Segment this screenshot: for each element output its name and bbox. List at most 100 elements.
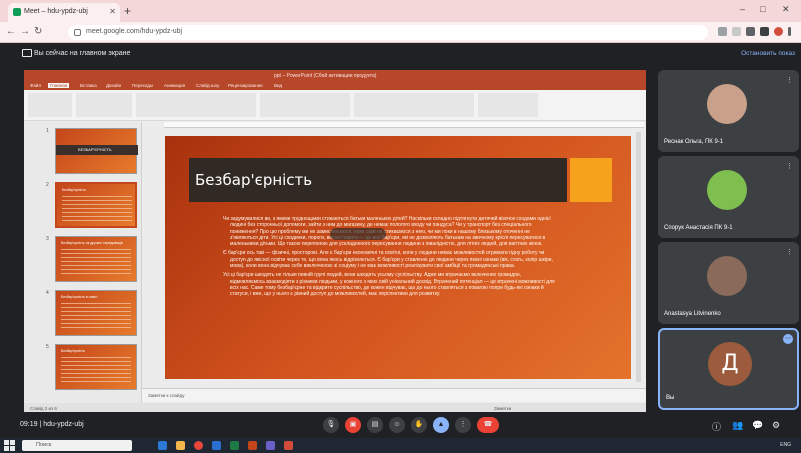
powerpoint-ribbon — [24, 90, 646, 121]
participant-tile[interactable]: Anastasya Litvinenko ⋮ — [658, 242, 799, 324]
thumbnail-title: Безбар'єрність в освіті — [61, 295, 98, 299]
thumbnail-text-lines — [61, 303, 131, 331]
more-options-icon[interactable]: ⋮ — [786, 248, 793, 256]
url-text: meet.google.com/hdu-ypdz-ubj — [86, 28, 183, 35]
thumbnail-title: Безбар'єрність як дружнє середовище — [61, 241, 124, 245]
slide-thumbnail[interactable]: Безбар'єрність — [55, 344, 137, 390]
participant-name: Anastasya Litvinenko — [664, 311, 721, 317]
emoji-icon[interactable]: ☺ — [389, 417, 405, 433]
browser-menu-icon[interactable] — [788, 27, 791, 36]
font-group[interactable] — [136, 93, 256, 117]
raise-hand-icon[interactable]: ✋ — [411, 417, 427, 433]
profile-avatar[interactable] — [774, 27, 783, 36]
ribbon-tab[interactable]: Вставка — [80, 83, 97, 88]
powerpoint-icon[interactable] — [248, 441, 257, 450]
ribbon-tab[interactable]: Вид — [274, 83, 282, 88]
slide-thumbnail[interactable]: Безбар'єрність в освіті — [55, 290, 137, 336]
chat-icon[interactable]: 💬 — [752, 420, 763, 431]
ribbon-tab-active[interactable]: Главная — [48, 83, 70, 88]
more-options-icon[interactable]: ⋮ — [455, 417, 471, 433]
editing-group[interactable] — [478, 93, 538, 117]
leave-call-icon[interactable]: ☎ — [477, 417, 499, 433]
self-tile[interactable]: Д Вы ⋯ — [658, 328, 799, 410]
url-input[interactable]: meet.google.com/hdu-ypdz-ubj — [68, 25, 708, 40]
captions-icon[interactable]: ▤ — [367, 417, 383, 433]
stop-presenting-button[interactable]: Остановить показ — [741, 50, 795, 57]
slide-bullet: Є бар'єри ось такі — фізичні, просторові… — [223, 250, 553, 270]
lock-icon — [74, 29, 81, 36]
ribbon-tab[interactable]: Файл — [30, 83, 41, 88]
browser-tab[interactable]: Meet – hdu-ypdz-ubj ✕ — [8, 3, 120, 22]
activities-icon[interactable]: ⚙ — [772, 420, 780, 431]
tab-close-icon[interactable]: ✕ — [109, 7, 116, 16]
ribbon-tab[interactable]: Дизайн — [106, 83, 121, 88]
slide-thumbnail[interactable]: Безбар'єрність як дружнє середовище — [55, 236, 137, 282]
notes-toggle[interactable]: Заметки — [494, 406, 511, 411]
app-icon[interactable] — [284, 441, 293, 450]
browser-tab-bar: Meet – hdu-ypdz-ubj ✕ + – □ ✕ — [0, 0, 801, 22]
word-icon[interactable] — [212, 441, 221, 450]
participant-tile[interactable]: Спорук Анастасія ПК 9-1 ⋮ — [658, 156, 799, 238]
ribbon-tab[interactable]: Переходы — [132, 83, 153, 88]
more-options-icon[interactable]: ⋮ — [786, 162, 793, 170]
more-options-icon[interactable]: ⋯ — [783, 334, 793, 344]
slide-bullet: Чи задумувалися ви, з якими труднощами с… — [223, 216, 551, 248]
slide-thumbnail-selected[interactable]: Безбар'єрність — [55, 182, 137, 228]
reload-icon[interactable]: ↻ — [34, 26, 42, 37]
participant-tile[interactable]: Реснак Ольга, ПК 9-1 ⋮ — [658, 70, 799, 152]
thumbnail-text-lines — [62, 196, 132, 224]
meet-favicon-icon — [13, 8, 21, 16]
excel-icon[interactable] — [230, 441, 239, 450]
participant-name: Реснак Ольга, ПК 9-1 — [664, 139, 724, 145]
slide-counter: Слайд 2 из 6 — [30, 406, 57, 411]
forward-arrow-icon[interactable]: → — [20, 26, 30, 37]
participant-avatar — [707, 256, 747, 296]
clipboard-group[interactable] — [28, 93, 72, 117]
participant-name: Вы — [666, 395, 675, 401]
slide-title: Безбар'єрність — [195, 171, 313, 189]
minimize-button[interactable]: – — [740, 4, 745, 14]
system-tray[interactable]: ENG — [780, 442, 791, 448]
slide-scrollbar[interactable] — [636, 132, 641, 382]
ribbon-tab[interactable]: Рецензирование — [228, 83, 263, 88]
participant-avatar — [707, 170, 747, 210]
thumbnail-text-lines — [61, 249, 131, 277]
more-options-icon[interactable]: ⋮ — [786, 76, 793, 84]
camera-indicator-icon[interactable] — [718, 27, 727, 36]
powerpoint-titlebar: ppt – PowerPoint (Сбой активации продукт… — [24, 70, 646, 82]
tab-title: Meet – hdu-ypdz-ubj — [24, 8, 88, 15]
task-view-icon[interactable] — [158, 441, 167, 450]
chrome-icon[interactable] — [194, 441, 203, 450]
teams-icon[interactable] — [266, 441, 275, 450]
camera-off-icon[interactable]: ▣ — [345, 417, 361, 433]
powerpoint-window-title: ppt – PowerPoint (Сбой активации продукт… — [274, 73, 377, 79]
extensions-icon[interactable] — [760, 27, 769, 36]
os-taskbar: Поиск ENG — [0, 438, 801, 453]
bookmark-star-icon[interactable] — [746, 27, 755, 36]
presenting-banner: Вы сейчас на главном экране Остановить п… — [0, 43, 801, 65]
windows-start-icon[interactable] — [4, 440, 15, 451]
maximize-button[interactable]: □ — [760, 4, 765, 14]
microphone-icon[interactable]: 🎙 — [323, 417, 339, 433]
notes-pane[interactable]: Заметки к слайду — [142, 388, 646, 402]
slides-group[interactable] — [76, 93, 132, 117]
title-accent-block — [570, 158, 612, 202]
info-icon[interactable]: ⓘ — [712, 420, 721, 433]
drawing-group[interactable] — [354, 93, 474, 117]
paragraph-group[interactable] — [260, 93, 350, 117]
taskbar-search-input[interactable]: Поиск — [22, 440, 132, 451]
people-icon[interactable]: 👥 — [732, 420, 743, 431]
close-window-button[interactable]: ✕ — [782, 4, 790, 15]
ruler — [164, 122, 644, 128]
ribbon-tab[interactable]: Анимация — [164, 83, 185, 88]
participant-avatar — [707, 84, 747, 124]
new-tab-button[interactable]: + — [124, 4, 131, 18]
file-explorer-icon[interactable] — [176, 441, 185, 450]
present-now-icon[interactable]: ▲ — [433, 417, 449, 433]
ribbon-tab[interactable]: Слайд-шоу — [196, 83, 219, 88]
back-arrow-icon[interactable]: ← — [6, 26, 16, 37]
share-icon[interactable] — [732, 27, 741, 36]
present-screen-icon — [22, 49, 32, 57]
current-slide[interactable]: Безбар'єрність Чи задумувалися ви, з яки… — [165, 136, 631, 379]
slide-thumbnail[interactable]: БЕЗБАР'ЄРНІСТЬ — [55, 128, 138, 174]
